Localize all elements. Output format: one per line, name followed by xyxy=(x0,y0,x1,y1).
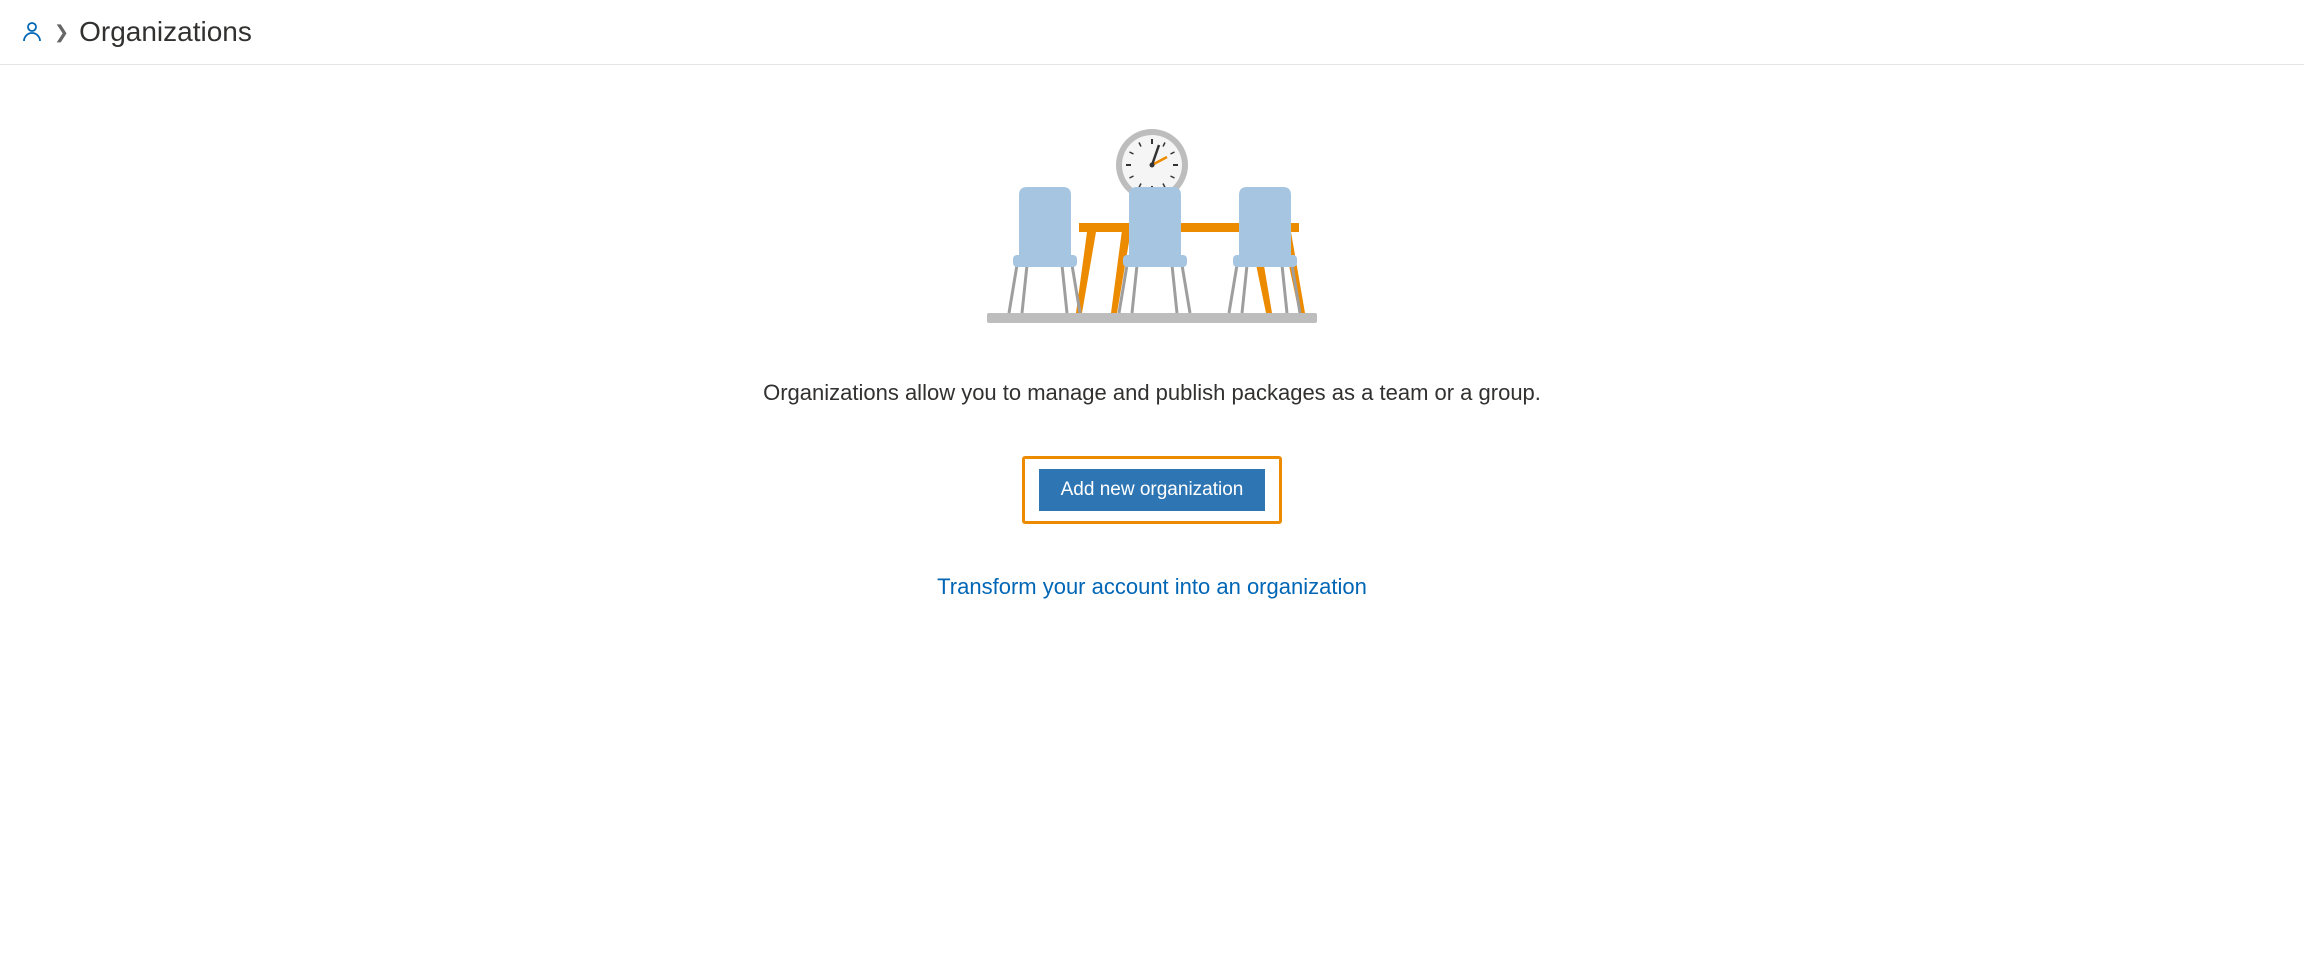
breadcrumb-title: Organizations xyxy=(79,16,252,48)
transform-account-link[interactable]: Transform your account into an organizat… xyxy=(937,574,1367,600)
breadcrumb: ❯ Organizations xyxy=(0,0,2304,65)
empty-state-illustration xyxy=(987,125,1317,330)
empty-state-description: Organizations allow you to manage and pu… xyxy=(763,380,1541,406)
main-content: Organizations allow you to manage and pu… xyxy=(0,65,2304,660)
person-icon[interactable] xyxy=(20,20,44,44)
add-new-organization-button[interactable]: Add new organization xyxy=(1039,469,1266,511)
chevron-right-icon: ❯ xyxy=(54,22,69,43)
highlighted-action: Add new organization xyxy=(1022,456,1283,524)
